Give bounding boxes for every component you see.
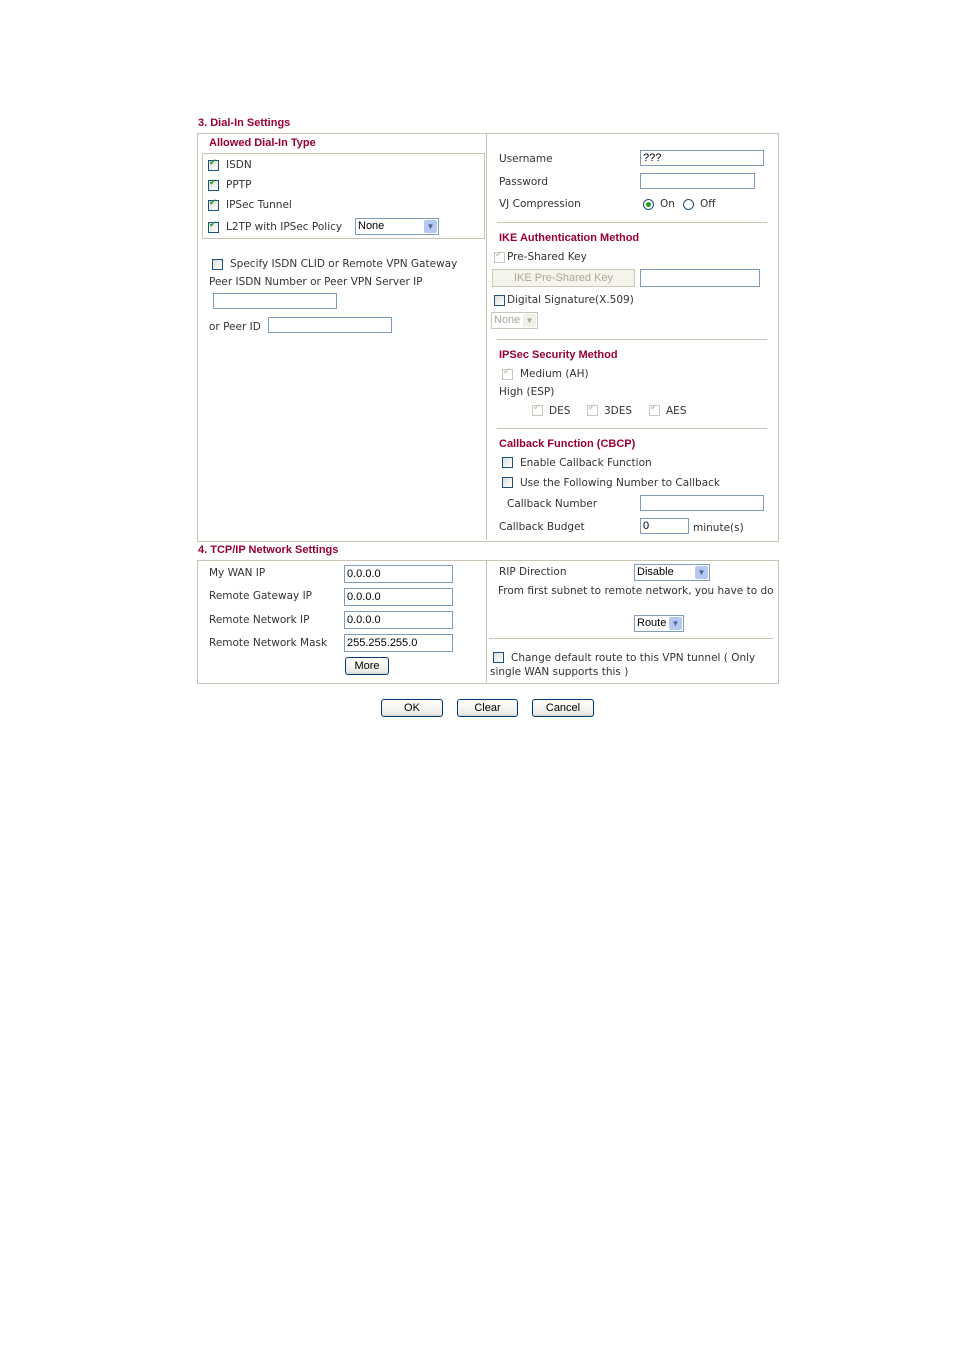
ike-auth-title: IKE Authentication Method — [499, 232, 640, 244]
3des-label: 3DES — [604, 405, 633, 417]
high-esp-label: High (ESP) — [499, 386, 555, 398]
des-label: DES — [549, 405, 571, 417]
callback-number-input[interactable] — [640, 495, 764, 511]
l2tp-label: L2TP with IPSec Policy — [226, 221, 343, 233]
divider — [497, 428, 767, 429]
allowed-dial-in-type-title: Allowed Dial-In Type — [209, 137, 316, 149]
my-wan-ip-label: My WAN IP — [209, 567, 266, 579]
vj-off-radio[interactable] — [683, 199, 694, 210]
callback-number-label: Callback Number — [507, 498, 598, 510]
3des-checkbox[interactable] — [587, 403, 598, 416]
password-label: Password — [499, 176, 549, 188]
password-input[interactable] — [640, 173, 755, 189]
peer-isdn-label: Peer ISDN Number or Peer VPN Server IP — [209, 276, 423, 288]
l2tp-ipsec-policy-value: None — [358, 220, 385, 232]
enable-callback-label: Enable Callback Function — [520, 457, 652, 469]
medium-ah-label: Medium (AH) — [520, 368, 589, 380]
ike-pre-shared-key-button[interactable]: IKE Pre-Shared Key — [492, 269, 635, 287]
aes-label: AES — [666, 405, 687, 417]
username-input[interactable] — [640, 150, 764, 166]
callback-title: Callback Function (CBCP) — [499, 438, 636, 450]
subnet-mode-value: Route — [637, 617, 667, 629]
pre-shared-key-label: Pre-Shared Key — [507, 251, 587, 263]
rip-direction-select[interactable]: Disable ▼ — [634, 564, 710, 581]
vj-off-label: Off — [700, 198, 716, 210]
ipsec-tunnel-label: IPSec Tunnel — [226, 199, 292, 211]
ipsec-security-title: IPSec Security Method — [499, 349, 618, 361]
clear-button[interactable]: Clear — [457, 699, 518, 717]
vj-on-radio[interactable] — [643, 199, 654, 210]
callback-budget-input[interactable] — [640, 518, 689, 534]
peer-isdn-input[interactable] — [213, 293, 337, 309]
chevron-down-icon: ▼ — [424, 220, 437, 233]
divider — [497, 339, 767, 340]
vj-compression-label: VJ Compression — [499, 198, 581, 210]
cancel-button[interactable]: Cancel — [532, 699, 594, 717]
username-label: Username — [499, 153, 553, 165]
peer-id-input[interactable] — [268, 317, 392, 333]
l2tp-ipsec-policy-select[interactable]: None ▼ — [355, 218, 439, 235]
remote-gateway-ip-label: Remote Gateway IP — [209, 590, 313, 602]
column-divider — [486, 561, 487, 682]
chevron-down-icon: ▼ — [695, 566, 708, 579]
my-wan-ip-input[interactable] — [344, 565, 453, 583]
medium-ah-checkbox[interactable] — [502, 367, 513, 380]
remote-network-mask-label: Remote Network Mask — [209, 637, 328, 649]
more-button[interactable]: More — [345, 657, 389, 675]
rip-direction-label: RIP Direction — [499, 566, 567, 578]
l2tp-checkbox[interactable] — [208, 220, 219, 233]
callback-budget-label: Callback Budget — [499, 521, 585, 533]
ike-pre-shared-key-input[interactable] — [640, 269, 760, 287]
isdn-checkbox[interactable] — [208, 158, 219, 171]
subnet-description: From first subnet to remote network, you… — [498, 585, 774, 597]
aes-checkbox[interactable] — [649, 403, 660, 416]
digital-signature-label: Digital Signature(X.509) — [507, 294, 634, 306]
isdn-label: ISDN — [226, 159, 252, 171]
chevron-down-icon: ▼ — [523, 314, 536, 327]
divider — [489, 638, 773, 639]
pre-shared-key-checkbox[interactable] — [494, 250, 505, 263]
dial-in-section-title: 3. Dial-In Settings — [198, 117, 291, 129]
remote-network-ip-input[interactable] — [344, 611, 453, 629]
default-route-label: Change default route to this VPN tunnel … — [490, 652, 756, 678]
specify-clid-checkbox[interactable] — [212, 259, 223, 270]
remote-network-ip-label: Remote Network IP — [209, 614, 310, 626]
chevron-down-icon: ▼ — [669, 617, 682, 630]
subnet-mode-select[interactable]: Route ▼ — [634, 615, 684, 632]
pptp-label: PPTP — [226, 179, 252, 191]
tcpip-section-title: 4. TCP/IP Network Settings — [198, 544, 339, 556]
column-divider — [486, 134, 487, 540]
enable-callback-checkbox[interactable] — [502, 457, 513, 468]
rip-direction-value: Disable — [637, 566, 674, 578]
certificate-select-value: None — [494, 314, 521, 326]
des-checkbox[interactable] — [532, 403, 543, 416]
ok-button[interactable]: OK — [381, 699, 443, 717]
digital-signature-checkbox[interactable] — [494, 295, 505, 306]
peer-id-label: or Peer ID — [209, 321, 261, 333]
certificate-select[interactable]: None ▼ — [491, 312, 538, 329]
ipsec-tunnel-checkbox[interactable] — [208, 198, 219, 211]
remote-gateway-ip-input[interactable] — [344, 588, 453, 606]
remote-network-mask-input[interactable] — [344, 634, 453, 652]
pptp-checkbox[interactable] — [208, 178, 219, 191]
use-number-label: Use the Following Number to Callback — [520, 477, 720, 489]
specify-clid-label: Specify ISDN CLID or Remote VPN Gateway — [230, 258, 458, 270]
use-number-checkbox[interactable] — [502, 477, 513, 488]
callback-budget-unit: minute(s) — [693, 522, 744, 534]
vj-on-label: On — [660, 198, 675, 210]
divider — [497, 222, 767, 223]
